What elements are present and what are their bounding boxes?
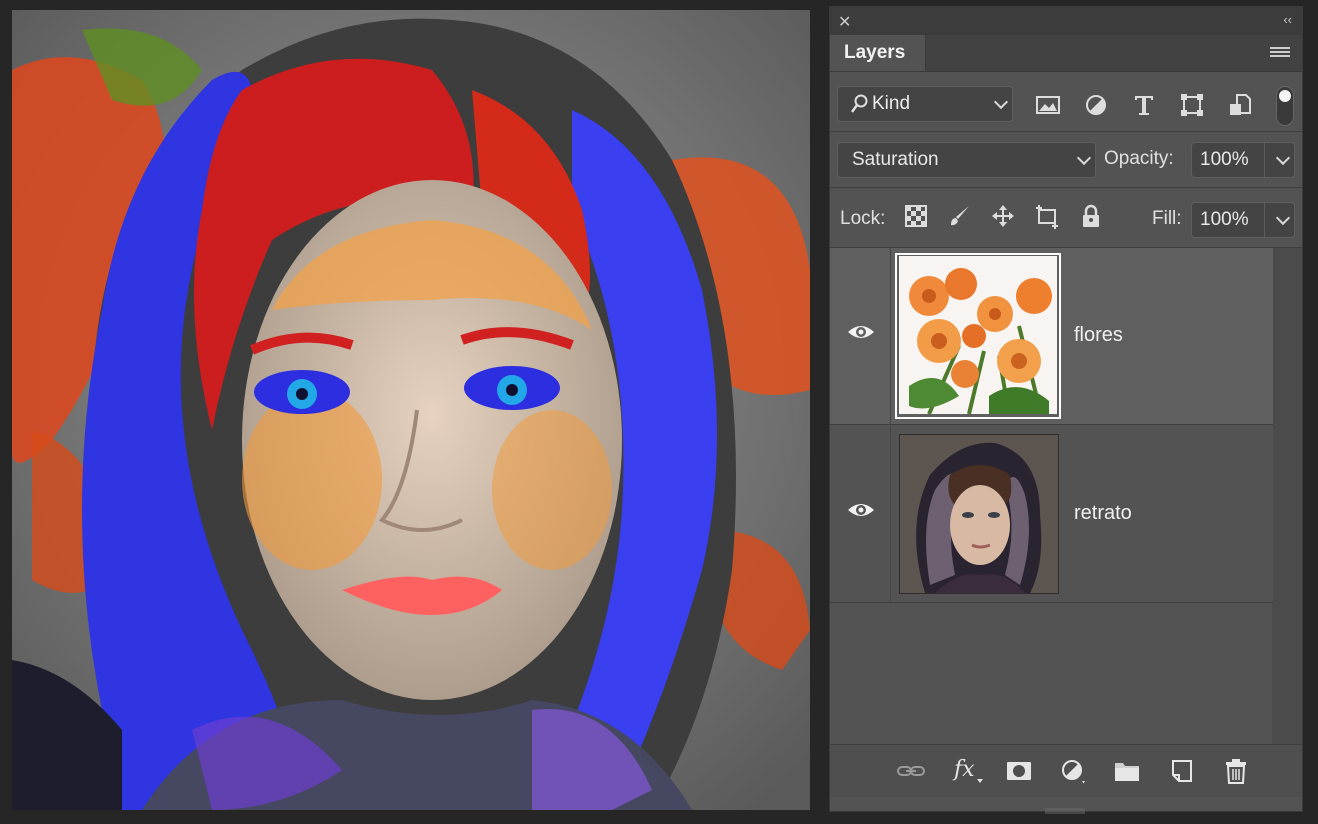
- panel-tab-bar: Layers: [830, 35, 1302, 72]
- layer-row-flores[interactable]: flores: [830, 248, 1273, 425]
- layers-scrollbar[interactable]: [1272, 248, 1302, 745]
- retrato-thumbnail[interactable]: [899, 434, 1059, 594]
- new-group-icon[interactable]: [1112, 757, 1142, 785]
- fill-field[interactable]: 100%: [1191, 202, 1295, 238]
- layer-row-retrato[interactable]: retrato: [830, 426, 1273, 603]
- shape-filter-icon[interactable]: [1178, 91, 1206, 119]
- opacity-label: Opacity:: [1104, 148, 1174, 169]
- lock-label: Lock:: [840, 208, 886, 229]
- adjustment-filter-icon[interactable]: [1082, 91, 1110, 119]
- eye-icon[interactable]: [846, 498, 876, 522]
- blend-mode-value: Saturation: [852, 149, 939, 170]
- smart-object-filter-icon[interactable]: [1226, 91, 1254, 119]
- layer-mask-icon[interactable]: [1004, 757, 1034, 785]
- layer-name[interactable]: flores: [1074, 324, 1123, 347]
- fill-value: 100%: [1200, 209, 1249, 230]
- collapse-panel-icon[interactable]: ‹‹: [1283, 12, 1292, 27]
- type-filter-icon[interactable]: [1130, 91, 1158, 119]
- opacity-value: 100%: [1200, 149, 1249, 170]
- eye-icon[interactable]: [846, 320, 876, 344]
- blend-mode-select[interactable]: Saturation: [837, 142, 1096, 178]
- chevron-down-icon: [993, 94, 1009, 110]
- layers-panel: ✕ ‹‹ Layers Kind Saturation Opacity: 100…: [829, 6, 1303, 814]
- blend-row: Saturation Opacity: 100%: [830, 132, 1302, 188]
- new-layer-icon[interactable]: [1167, 757, 1197, 785]
- lock-position-icon[interactable]: [990, 203, 1016, 229]
- filter-row: Kind: [830, 72, 1302, 132]
- adjustment-layer-icon[interactable]: [1058, 757, 1088, 785]
- lock-image-pixels-icon[interactable]: [947, 203, 973, 229]
- lock-row: Lock: Fill: 100%: [830, 188, 1302, 248]
- tab-layers[interactable]: Layers: [830, 35, 926, 71]
- fill-label: Fill:: [1152, 208, 1182, 229]
- panel-menu-icon[interactable]: [1270, 47, 1290, 59]
- fx-icon[interactable]: fx: [951, 757, 983, 785]
- kind-filter-select[interactable]: Kind: [837, 86, 1013, 122]
- panel-resize-grip[interactable]: [1045, 801, 1085, 814]
- search-icon: [850, 94, 868, 114]
- layers-bottom-toolbar: fx: [830, 744, 1302, 797]
- lock-artboard-icon[interactable]: [1034, 203, 1060, 229]
- chevron-down-icon[interactable]: [1275, 210, 1291, 226]
- chevron-down-icon[interactable]: [1275, 150, 1291, 166]
- image-filter-icon[interactable]: [1034, 91, 1062, 119]
- document-canvas[interactable]: [12, 10, 810, 810]
- fx-label: fx: [954, 757, 975, 782]
- filter-toggle[interactable]: [1276, 86, 1294, 126]
- layer-name[interactable]: retrato: [1074, 502, 1132, 525]
- chevron-down-icon: [1076, 150, 1092, 166]
- lock-transparent-pixels-icon[interactable]: [903, 203, 929, 229]
- kind-label: Kind: [872, 93, 911, 114]
- close-panel-icon[interactable]: ✕: [838, 12, 851, 32]
- opacity-field[interactable]: 100%: [1191, 142, 1295, 178]
- link-layers-icon[interactable]: [896, 757, 926, 785]
- panel-header: ✕ ‹‹: [830, 7, 1302, 35]
- delete-layer-icon[interactable]: [1221, 757, 1251, 785]
- fx-dropdown-marker: [977, 779, 983, 783]
- flores-thumbnail[interactable]: [899, 256, 1057, 414]
- lock-all-icon[interactable]: [1078, 203, 1104, 229]
